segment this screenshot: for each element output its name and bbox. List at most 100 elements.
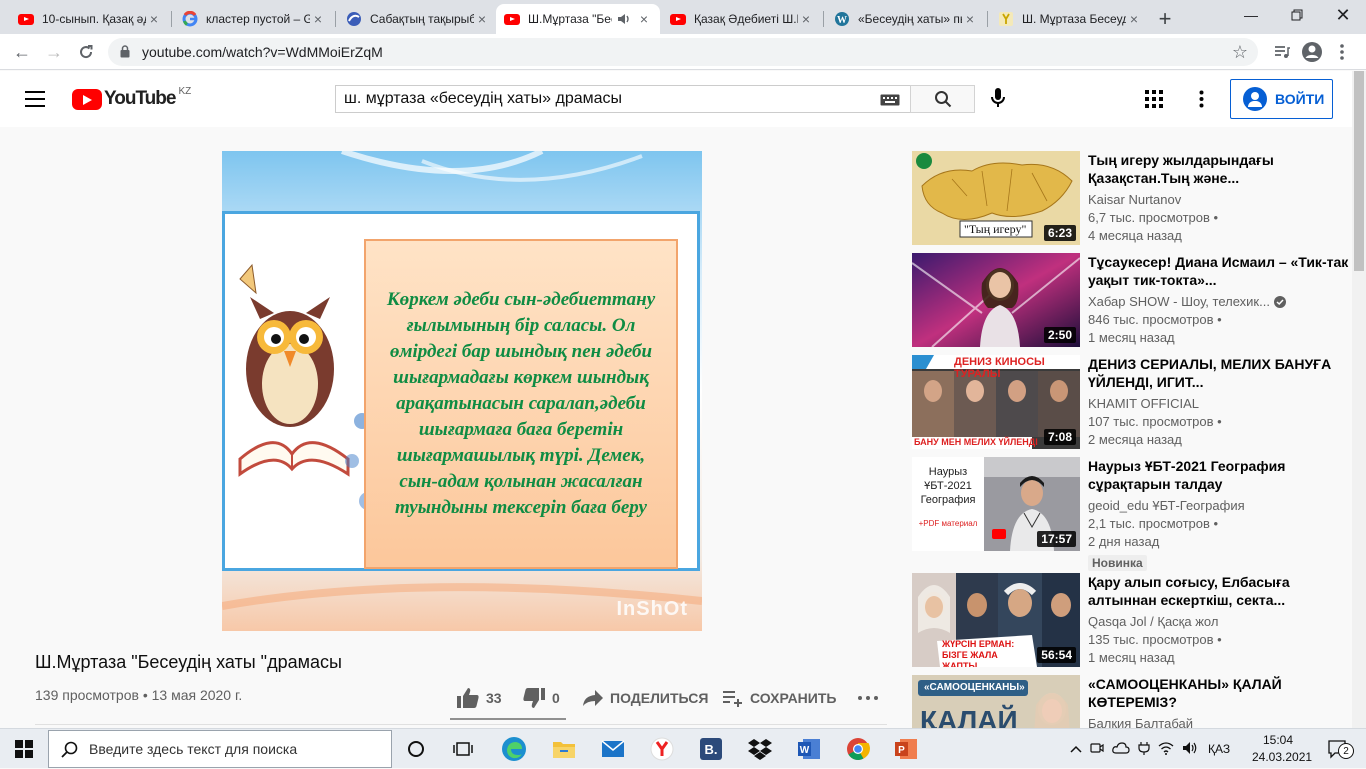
wifi-icon[interactable] bbox=[1158, 741, 1174, 758]
lock-icon[interactable] bbox=[120, 45, 130, 58]
page-scrollbar[interactable] bbox=[1352, 71, 1366, 728]
video-thumbnail[interactable]: «САМООЦЕНКАНЫ» ҚАЛАЙ bbox=[912, 675, 1080, 728]
speaker-icon[interactable] bbox=[616, 11, 632, 27]
reload-button[interactable] bbox=[72, 38, 100, 66]
apps-grid-icon[interactable] bbox=[1145, 90, 1163, 113]
search-button[interactable] bbox=[910, 85, 975, 113]
thumbnail-top-caption: ДЕНИЗ КИНОСЫ ТУРАЛЫ bbox=[954, 356, 1045, 380]
recommendation-item[interactable]: 2:50 Тұсаукесер! Диана Исмаил – «Тик-так… bbox=[912, 253, 1352, 347]
hamburger-menu-icon[interactable] bbox=[24, 89, 46, 114]
browser-tab[interactable]: Қазақ Әдебиеті Ш.Мұртаза × bbox=[662, 4, 822, 34]
address-bar[interactable]: youtube.com/watch?v=WdMMoiErZqM bbox=[108, 38, 1258, 66]
meet-now-icon[interactable] bbox=[1090, 741, 1104, 758]
close-tab-icon[interactable]: × bbox=[962, 11, 978, 27]
browser-tab[interactable]: Сабақтың тақырыбы × bbox=[338, 4, 498, 34]
recommendation-title[interactable]: «САМООЦЕНКАНЫ» ҚАЛАЙ КӨТЕРЕМІЗ? bbox=[1088, 675, 1352, 711]
taskbar-search-box[interactable]: Введите здесь текст для поиска bbox=[48, 730, 392, 768]
word-app-icon[interactable]: W bbox=[789, 733, 829, 765]
mail-icon[interactable] bbox=[593, 733, 633, 765]
recommendation-item[interactable]: Наурыз ҰБТ-2021 География +PDF материал … bbox=[912, 457, 1352, 571]
close-tab-icon[interactable]: × bbox=[798, 11, 814, 27]
settings-menu-icon[interactable] bbox=[1199, 90, 1204, 113]
close-tab-icon[interactable]: × bbox=[636, 11, 652, 27]
recommendation-item[interactable]: «САМООЦЕНКАНЫ» ҚАЛАЙ «САМООЦЕНКАНЫ» ҚАЛА… bbox=[912, 675, 1352, 728]
input-language-indicator[interactable]: ҚАЗ bbox=[1208, 742, 1230, 756]
video-thumbnail[interactable]: Наурыз ҰБТ-2021 География +PDF материал … bbox=[912, 457, 1080, 551]
close-tab-icon[interactable]: × bbox=[474, 11, 490, 27]
recommendation-info: ДЕНИЗ СЕРИАЛЫ, МЕЛИХ БАНУҒА ҮЙЛЕНДІ, ИГИ… bbox=[1088, 355, 1352, 449]
profile-icon[interactable] bbox=[1298, 38, 1326, 66]
search-input[interactable]: ш. мұртаза «бесеудің хаты» драмасы bbox=[335, 85, 910, 113]
channel-name[interactable]: Хабар SHOW - Шоу, телехик... bbox=[1088, 293, 1270, 311]
close-tab-icon[interactable]: × bbox=[146, 11, 162, 27]
recommendation-title[interactable]: Тың игеру жылдарындағы Қазақстан.Тың жән… bbox=[1088, 151, 1352, 187]
browser-tab[interactable]: Ш. Мұртаза Бесеудің хаты × bbox=[990, 4, 1150, 34]
recommendation-title[interactable]: Тұсаукесер! Диана Исмаил – «Тик-так уақы… bbox=[1088, 253, 1352, 289]
save-button[interactable]: СОХРАНИТЬ bbox=[722, 686, 836, 710]
browser-tab-active[interactable]: Ш.Мұртаза "Бесеудің хаты" × bbox=[496, 4, 660, 34]
recommendation-item[interactable]: "Тың игеру" 6:23 Тың игеру жылдарындағы … bbox=[912, 151, 1352, 245]
taskbar-clock[interactable]: 15:04 24.03.2021 bbox=[1252, 732, 1312, 766]
globe-icon bbox=[346, 11, 362, 27]
video-thumbnail[interactable]: ЖҮРСІН ЕРМАН: БІЗГЕ ЖАЛА ЖАПТЫ 56:54 bbox=[912, 573, 1080, 667]
chrome-browser-icon[interactable] bbox=[838, 733, 878, 765]
power-battery-icon[interactable] bbox=[1138, 741, 1150, 758]
yandex-browser-icon[interactable] bbox=[642, 733, 682, 765]
onedrive-cloud-icon[interactable] bbox=[1112, 741, 1130, 757]
youtube-logo[interactable]: YouTube KZ bbox=[72, 86, 191, 110]
minimize-button[interactable]: — bbox=[1228, 0, 1274, 30]
powerpoint-app-icon[interactable]: P bbox=[886, 733, 926, 765]
bookmark-star-icon[interactable]: ☆ bbox=[1226, 38, 1254, 66]
channel-name[interactable]: Kaisar Nurtanov bbox=[1088, 191, 1352, 209]
browser-tab[interactable]: 10-сынып. Қазақ әдебиеті × bbox=[10, 4, 170, 34]
channel-name[interactable]: geoid_edu ҰБТ-География bbox=[1088, 497, 1352, 515]
scrollbar-thumb[interactable] bbox=[1354, 71, 1364, 271]
video-thumbnail[interactable]: "Тың игеру" 6:23 bbox=[912, 151, 1080, 245]
voice-search-icon[interactable] bbox=[990, 87, 1006, 114]
owl-with-book-illustration bbox=[238, 263, 350, 477]
dropbox-icon[interactable] bbox=[740, 733, 780, 765]
channel-name[interactable]: KHAMIT OFFICIAL bbox=[1088, 395, 1352, 413]
cortana-icon[interactable] bbox=[396, 733, 436, 765]
close-window-button[interactable]: ✕ bbox=[1320, 0, 1366, 30]
volume-icon[interactable] bbox=[1182, 741, 1198, 758]
recommendation-title[interactable]: Наурыз ҰБТ-2021 География сұрақтарын тал… bbox=[1088, 457, 1352, 493]
signin-label: ВОЙТИ bbox=[1275, 91, 1325, 107]
like-button[interactable]: 33 bbox=[456, 686, 502, 710]
file-explorer-icon[interactable] bbox=[544, 733, 584, 765]
recommendation-item[interactable]: ДЕНИЗ КИНОСЫ ТУРАЛЫ БАНУ МЕН МЕЛИХ ҮЙЛЕН… bbox=[912, 355, 1352, 449]
recommendation-item[interactable]: ЖҮРСІН ЕРМАН: БІЗГЕ ЖАЛА ЖАПТЫ 56:54 Қар… bbox=[912, 573, 1352, 667]
bitrix-app-icon[interactable]: B. bbox=[691, 733, 731, 765]
browser-tab[interactable]: кластер пустой – Google × bbox=[174, 4, 334, 34]
view-count: 107 тыс. просмотров • bbox=[1088, 414, 1222, 429]
chrome-menu-icon[interactable] bbox=[1328, 38, 1356, 66]
action-center-icon[interactable]: 2 bbox=[1318, 733, 1358, 765]
signin-button[interactable]: ВОЙТИ bbox=[1230, 79, 1333, 119]
close-tab-icon[interactable]: × bbox=[1126, 11, 1142, 27]
browser-tab[interactable]: W «Бесеудің хаты» пьесасы × bbox=[826, 4, 986, 34]
back-button[interactable]: ← bbox=[8, 38, 36, 66]
media-control-icon[interactable] bbox=[1268, 38, 1296, 66]
new-tab-button[interactable]: + bbox=[1152, 4, 1178, 34]
share-button[interactable]: ПОДЕЛИТЬСЯ bbox=[582, 686, 708, 710]
video-thumbnail[interactable]: 2:50 bbox=[912, 253, 1080, 347]
video-duration: 17:57 bbox=[1037, 531, 1076, 547]
windows-start-button[interactable] bbox=[4, 733, 44, 765]
restore-button[interactable] bbox=[1274, 0, 1320, 30]
video-thumbnail[interactable]: ДЕНИЗ КИНОСЫ ТУРАЛЫ БАНУ МЕН МЕЛИХ ҮЙЛЕН… bbox=[912, 355, 1080, 449]
close-tab-icon[interactable]: × bbox=[310, 11, 326, 27]
forward-button[interactable]: → bbox=[40, 38, 68, 66]
channel-name[interactable]: Qasqa Jol / Қасқа жол bbox=[1088, 613, 1352, 631]
svg-text:P: P bbox=[898, 745, 905, 756]
channel-name[interactable]: Балқия Балтабай bbox=[1088, 715, 1352, 728]
show-hidden-icons-chevron-icon[interactable] bbox=[1070, 742, 1082, 756]
recommendation-title[interactable]: Қару алып соғысу, Елбасыға алтыннан еске… bbox=[1088, 573, 1352, 609]
dislike-button[interactable]: 0 bbox=[522, 686, 560, 710]
edge-browser-icon[interactable] bbox=[494, 733, 534, 765]
task-view-icon[interactable] bbox=[443, 733, 483, 765]
video-player[interactable]: Көркем әдеби сын-әдебиеттану ғылымының б… bbox=[222, 151, 702, 631]
more-actions-button[interactable] bbox=[858, 686, 884, 710]
recommendation-title[interactable]: ДЕНИЗ СЕРИАЛЫ, МЕЛИХ БАНУҒА ҮЙЛЕНДІ, ИГИ… bbox=[1088, 355, 1352, 391]
keyboard-icon[interactable] bbox=[880, 93, 900, 111]
tab-title: 10-сынып. Қазақ әдебиеті bbox=[42, 12, 146, 26]
